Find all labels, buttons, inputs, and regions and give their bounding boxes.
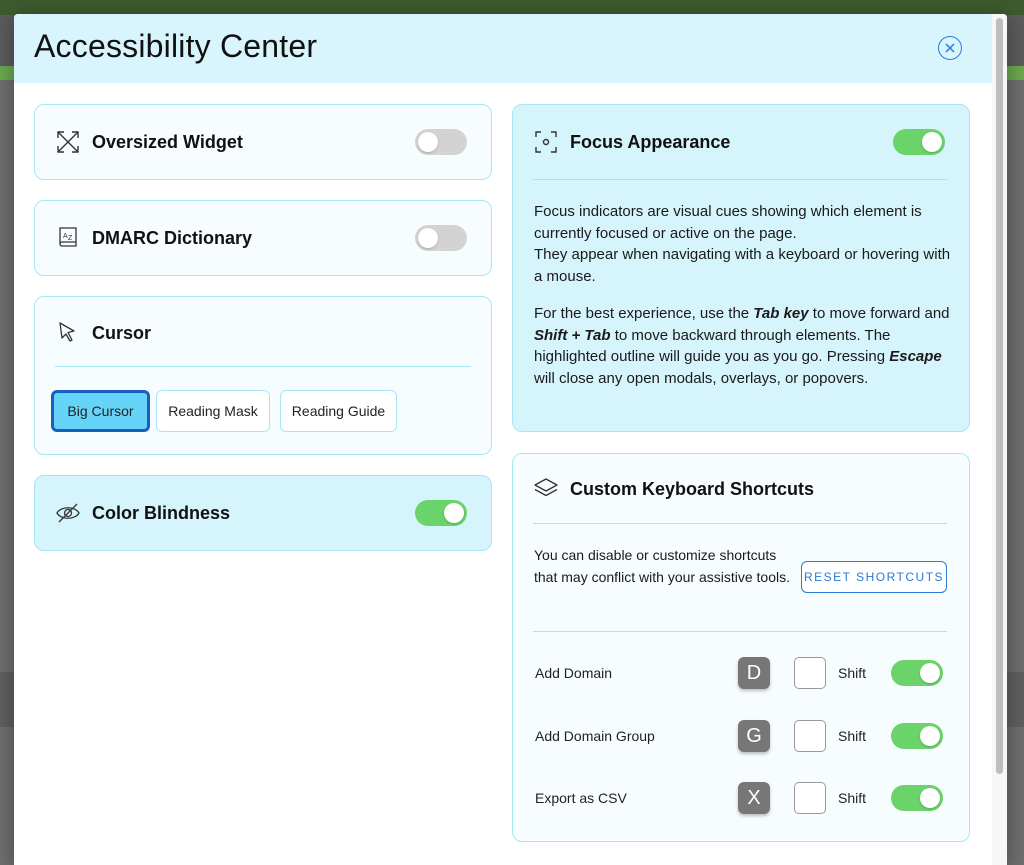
cursor-card: Cursor Big Cursor Reading Mask Reading G… <box>34 296 492 455</box>
focus-desc-line-1: Focus indicators are visual cues showing… <box>534 203 922 242</box>
shortcut-key-g: G <box>738 720 770 752</box>
dictionary-icon: A Z <box>59 227 77 247</box>
eye-slash-icon <box>56 503 80 523</box>
color-blindness-toggle[interactable] <box>415 500 467 526</box>
svg-text:Z: Z <box>68 235 73 242</box>
accessibility-center-modal: Accessibility Center Oversized Widget A … <box>14 14 1007 865</box>
shift-checkbox-add-domain[interactable] <box>794 657 826 689</box>
shortcut-key-d: D <box>738 657 770 689</box>
close-icon <box>945 43 955 53</box>
dmarc-dictionary-label: DMARC Dictionary <box>92 228 253 248</box>
reset-shortcuts-button[interactable]: RESET SHORTCUTS <box>801 561 947 593</box>
shift-label-add-domain-group: Shift <box>838 728 867 744</box>
shortcut-label-add-domain: Add Domain <box>535 665 613 681</box>
shortcut-toggle-add-domain[interactable] <box>891 660 943 686</box>
focus-appearance-card: Focus Appearance Focus indicators are vi… <box>512 104 970 432</box>
dmarc-dictionary-card: A Z DMARC Dictionary <box>34 200 492 276</box>
focus-desc-line-2: They appear when navigating with a keybo… <box>534 246 951 285</box>
shortcuts-description: You can disable or customize shortcuts t… <box>534 547 790 585</box>
focus-description: Focus indicators are visual cues showing… <box>534 201 954 389</box>
close-button[interactable] <box>938 36 962 60</box>
shift-tab-text: Shift + Tab <box>534 326 611 344</box>
shortcut-key-x: X <box>738 782 770 814</box>
expand-arrows-icon <box>57 131 79 153</box>
focus-divider <box>533 179 947 180</box>
shortcuts-divider-top <box>533 523 947 524</box>
keyboard-shortcuts-card: Custom Keyboard Shortcuts You can disabl… <box>512 453 970 842</box>
shortcut-label-export-csv: Export as CSV <box>535 790 627 806</box>
shift-checkbox-export-csv[interactable] <box>794 782 826 814</box>
focus-appearance-label: Focus Appearance <box>570 132 731 152</box>
focus-appearance-toggle[interactable] <box>893 129 945 155</box>
layers-icon <box>534 478 558 497</box>
big-cursor-option[interactable]: Big Cursor <box>51 390 150 432</box>
shift-checkbox-add-domain-group[interactable] <box>794 720 826 752</box>
shift-label-export-csv: Shift <box>838 790 867 806</box>
oversized-widget-toggle[interactable] <box>415 129 467 155</box>
background-top-bar <box>0 0 1024 15</box>
reading-mask-option[interactable]: Reading Mask <box>156 390 270 432</box>
oversized-widget-card: Oversized Widget <box>34 104 492 180</box>
modal-header: Accessibility Center <box>14 14 1007 83</box>
dmarc-dictionary-toggle[interactable] <box>415 225 467 251</box>
keyboard-shortcuts-label: Custom Keyboard Shortcuts <box>570 479 815 499</box>
escape-text: Escape <box>889 348 942 365</box>
oversized-widget-label: Oversized Widget <box>92 132 243 152</box>
reading-guide-option[interactable]: Reading Guide <box>280 390 397 432</box>
focus-frame-icon <box>535 131 557 153</box>
shortcut-toggle-add-domain-group[interactable] <box>891 723 943 749</box>
tab-key-text: Tab key <box>753 305 809 322</box>
cursor-label: Cursor <box>92 323 152 343</box>
shortcut-toggle-export-csv[interactable] <box>891 785 943 811</box>
shortcut-label-add-domain-group: Add Domain Group <box>535 728 655 744</box>
modal-scrollbar-thumb[interactable] <box>996 18 1003 774</box>
cursor-divider <box>55 366 471 367</box>
shortcuts-divider-bottom <box>533 631 947 632</box>
color-blindness-card: Color Blindness <box>34 475 492 551</box>
shift-label-add-domain: Shift <box>838 665 867 681</box>
cursor-arrow-icon <box>59 322 75 342</box>
color-blindness-label: Color Blindness <box>92 503 231 523</box>
focus-tips: For the best experience, use the Tab key… <box>534 305 950 387</box>
modal-title: Accessibility Center <box>34 28 318 64</box>
